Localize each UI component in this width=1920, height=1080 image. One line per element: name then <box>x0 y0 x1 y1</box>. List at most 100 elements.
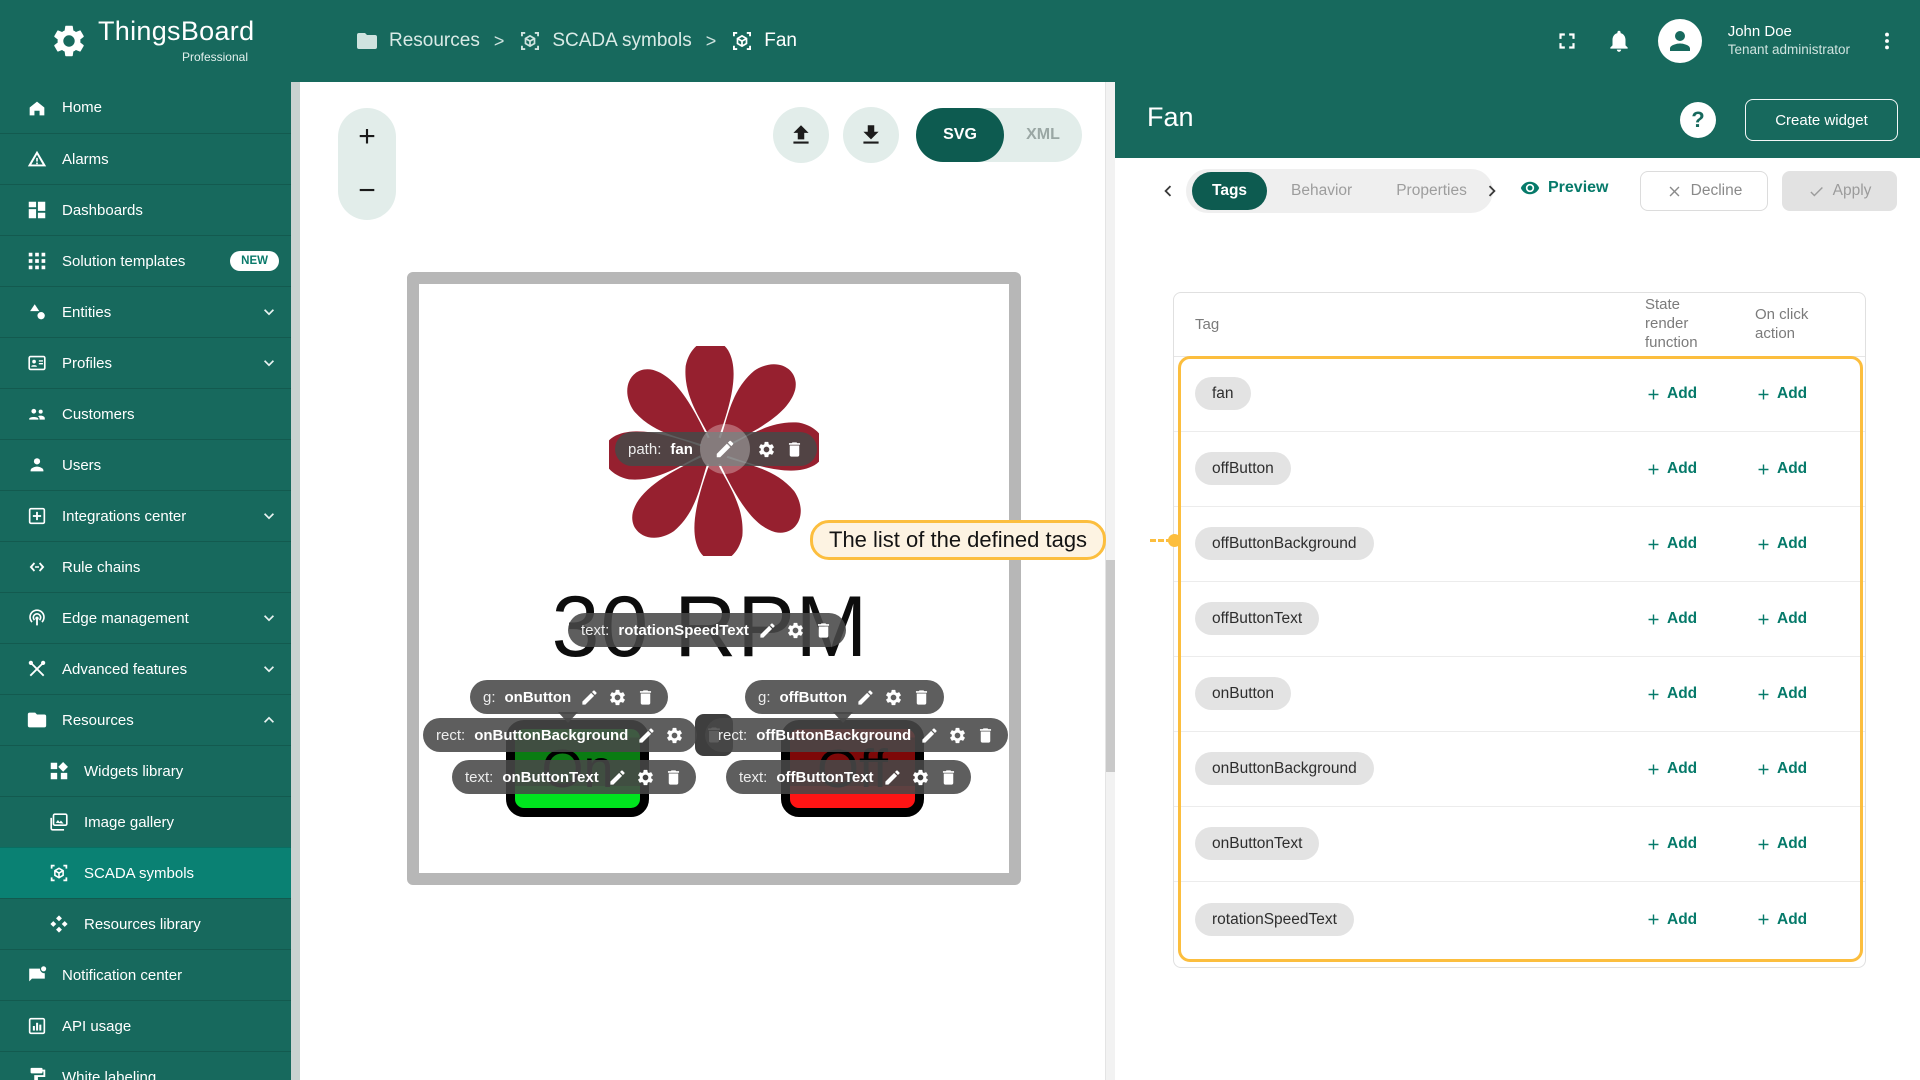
add-state-render-function-button[interactable]: Add <box>1645 535 1697 553</box>
tag-chip-off-button-background[interactable]: rect: offButtonBackground <box>705 718 1009 752</box>
sidebar-item-edge-management[interactable]: Edge management <box>0 592 291 643</box>
upload-button[interactable] <box>773 107 829 163</box>
tag-chip[interactable]: rotationSpeedText <box>1195 902 1354 936</box>
add-state-render-function-button[interactable]: Add <box>1645 911 1697 929</box>
sidebar-item-rule-chains[interactable]: Rule chains <box>0 541 291 592</box>
add-on-click-action-button[interactable]: Add <box>1755 460 1807 478</box>
user-info[interactable]: John Doe Tenant administrator <box>1728 23 1850 59</box>
sidebar-item-widgets-library[interactable]: Widgets library <box>0 745 291 796</box>
create-widget-button[interactable]: Create widget <box>1745 99 1898 141</box>
sidebar-item-resources[interactable]: Resources <box>0 694 291 745</box>
decline-button[interactable]: Decline <box>1640 171 1768 211</box>
settings-icon[interactable] <box>757 440 776 459</box>
settings-icon[interactable] <box>636 768 655 787</box>
add-state-render-function-button[interactable]: Add <box>1645 385 1697 403</box>
tag-chip[interactable]: offButtonText <box>1195 602 1320 635</box>
sidebar-item-alarms[interactable]: Alarms <box>0 133 291 184</box>
breadcrumb-fan[interactable]: Fan <box>730 29 797 53</box>
pencil-icon[interactable] <box>758 621 777 640</box>
pencil-icon[interactable] <box>883 768 902 787</box>
tag-chip[interactable]: offButtonBackground <box>1195 527 1374 560</box>
tag-chip[interactable]: onButton <box>1195 677 1292 710</box>
tab-behavior[interactable]: Behavior <box>1271 172 1372 210</box>
settings-icon[interactable] <box>608 688 627 707</box>
tag-chip[interactable]: onButtonText <box>1195 827 1320 860</box>
delete-icon[interactable] <box>785 440 804 459</box>
sidebar-item-advanced-features[interactable]: Advanced features <box>0 643 291 694</box>
sidebar-item-image-gallery[interactable]: Image gallery <box>0 796 291 847</box>
breadcrumb-resources[interactable]: Resources <box>355 29 480 53</box>
delete-icon[interactable] <box>814 621 833 640</box>
breadcrumb-scada-symbols[interactable]: SCADA symbols <box>518 29 692 53</box>
add-on-click-action-button[interactable]: Add <box>1755 535 1807 553</box>
sidebar-item-integrations-center[interactable]: Integrations center <box>0 490 291 541</box>
toggle-svg[interactable]: SVG <box>916 108 1004 162</box>
zoom-in-button[interactable]: + <box>348 118 386 156</box>
add-state-render-function-button[interactable]: Add <box>1645 760 1697 778</box>
tag-chip-fan[interactable]: path: fan <box>615 424 817 474</box>
canvas-scrollbar-thumb[interactable] <box>1106 560 1115 772</box>
sidebar-item-profiles[interactable]: Profiles <box>0 337 291 388</box>
tab-scroll-right-icon[interactable] <box>1481 180 1503 202</box>
sidebar-item-customers[interactable]: Customers <box>0 388 291 439</box>
delete-icon[interactable] <box>636 688 655 707</box>
add-state-render-function-button[interactable]: Add <box>1645 835 1697 853</box>
delete-icon[interactable] <box>976 726 995 745</box>
tag-chip-on-button[interactable]: g: onButton <box>470 680 669 714</box>
logo[interactable]: ThingsBoard Professional <box>0 0 300 82</box>
preview-button[interactable]: Preview <box>1520 178 1608 198</box>
tab-scroll-left-icon[interactable] <box>1157 180 1179 202</box>
settings-icon[interactable] <box>665 726 684 745</box>
sidebar-item-entities[interactable]: Entities <box>0 286 291 337</box>
sidebar-item-notification-center[interactable]: Notification center <box>0 949 291 1000</box>
tag-chip[interactable]: offButton <box>1195 452 1291 485</box>
edit-tag-button[interactable] <box>699 424 750 474</box>
add-state-render-function-button[interactable]: Add <box>1645 685 1697 703</box>
sidebar-item-resources-library[interactable]: Resources library <box>0 898 291 949</box>
avatar[interactable] <box>1657 19 1702 63</box>
tab-properties[interactable]: Properties <box>1376 172 1487 210</box>
settings-icon[interactable] <box>948 726 967 745</box>
tag-chip[interactable]: onButtonBackground <box>1195 752 1374 785</box>
kebab-menu-icon[interactable] <box>1876 30 1898 52</box>
settings-icon[interactable] <box>884 688 903 707</box>
zoom-out-button[interactable]: − <box>348 172 386 210</box>
notifications-bell-icon[interactable] <box>1606 28 1632 54</box>
download-button[interactable] <box>843 107 899 163</box>
delete-icon[interactable] <box>939 768 958 787</box>
sidebar-item-scada-symbols[interactable]: SCADA symbols <box>0 847 291 898</box>
add-on-click-action-button[interactable]: Add <box>1755 610 1807 628</box>
tag-chip-rotation-speed-text[interactable]: text: rotationSpeedText <box>568 613 846 647</box>
sidebar-item-white-labeling[interactable]: White labeling <box>0 1051 291 1080</box>
add-on-click-action-button[interactable]: Add <box>1755 685 1807 703</box>
tag-chip-off-button[interactable]: g: offButton <box>745 680 944 714</box>
sidebar-item-dashboards[interactable]: Dashboards <box>0 184 291 235</box>
help-button[interactable]: ? <box>1680 102 1716 138</box>
pencil-icon[interactable] <box>856 688 875 707</box>
settings-icon[interactable] <box>786 621 805 640</box>
delete-icon[interactable] <box>912 688 931 707</box>
sidebar-item-api-usage[interactable]: API usage <box>0 1000 291 1051</box>
pencil-icon[interactable] <box>608 768 627 787</box>
add-on-click-action-button[interactable]: Add <box>1755 835 1807 853</box>
fullscreen-icon[interactable] <box>1554 28 1580 54</box>
apply-button[interactable]: Apply <box>1782 171 1897 211</box>
add-on-click-action-button[interactable]: Add <box>1755 385 1807 403</box>
tag-chip-on-button-text[interactable]: text: onButtonText <box>452 760 696 794</box>
toggle-xml[interactable]: XML <box>1004 108 1082 162</box>
add-on-click-action-button[interactable]: Add <box>1755 911 1807 929</box>
pencil-icon[interactable] <box>920 726 939 745</box>
add-state-render-function-button[interactable]: Add <box>1645 610 1697 628</box>
pencil-icon[interactable] <box>580 688 599 707</box>
sidebar-scrollbar[interactable] <box>291 82 300 1080</box>
pencil-icon[interactable] <box>637 726 656 745</box>
add-state-render-function-button[interactable]: Add <box>1645 460 1697 478</box>
sidebar-item-solution-templates[interactable]: Solution templates NEW <box>0 235 291 286</box>
sidebar-item-users[interactable]: Users <box>0 439 291 490</box>
add-on-click-action-button[interactable]: Add <box>1755 760 1807 778</box>
tab-tags[interactable]: Tags <box>1192 172 1268 210</box>
tag-chip-off-button-text[interactable]: text: offButtonText <box>726 760 971 794</box>
settings-icon[interactable] <box>911 768 930 787</box>
delete-icon[interactable] <box>664 768 683 787</box>
sidebar-item-home[interactable]: Home <box>0 82 291 133</box>
